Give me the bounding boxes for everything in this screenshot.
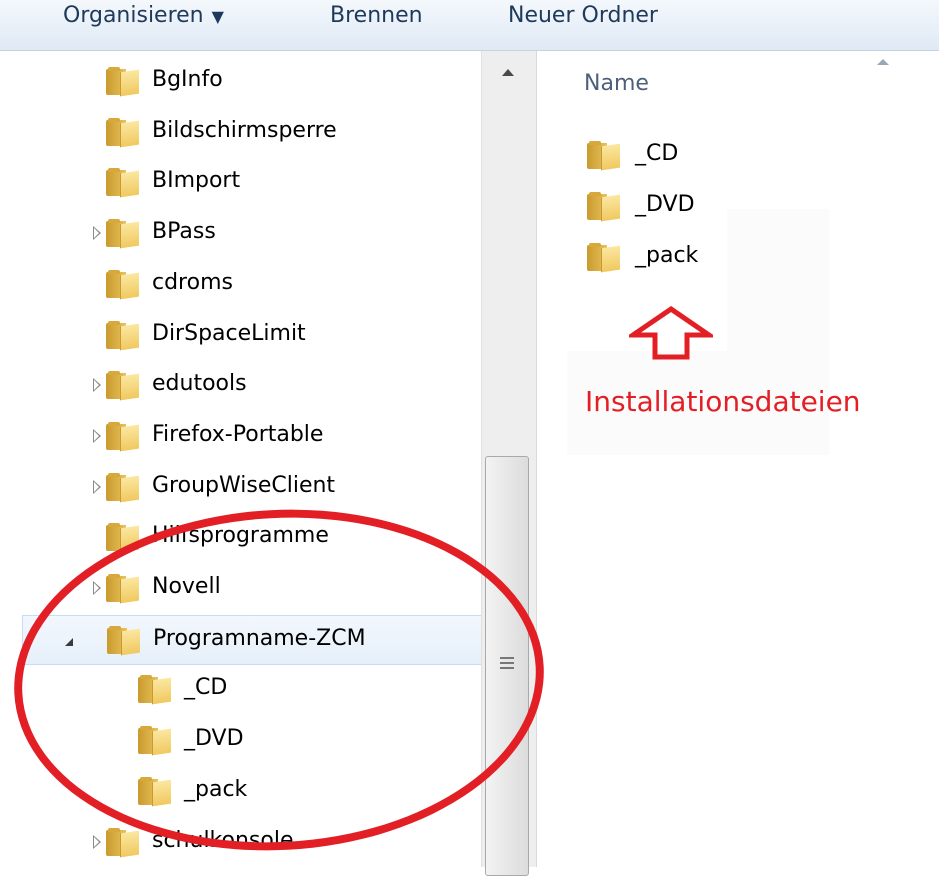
sort-ascending-icon <box>877 59 889 65</box>
tree-item-label: Bildschirmsperre <box>152 117 337 143</box>
folder-icon <box>106 67 139 97</box>
tree-item[interactable]: DirSpaceLimit <box>22 311 508 361</box>
folder-icon <box>106 472 139 502</box>
folder-icon <box>587 192 620 222</box>
folder-icon <box>106 117 139 148</box>
file-list-pane: Name _CD _DVD _pack Installationsdateien <box>536 51 939 867</box>
organise-button[interactable]: Organisieren ▼ <box>63 2 224 31</box>
folder-icon <box>106 219 139 249</box>
tree-item[interactable]: BgInfo <box>22 57 508 107</box>
tree-item[interactable]: Firefox-Portable <box>22 412 508 462</box>
command-bar: Organisieren ▼ Brennen Neuer Ordner <box>0 0 939 51</box>
tree-item-label: Firefox-Portable <box>152 421 324 447</box>
scroll-up-arrow-icon[interactable] <box>502 69 514 76</box>
collapsed-arrow-icon[interactable] <box>93 378 101 393</box>
new-folder-label: Neuer Ordner <box>508 3 658 28</box>
folder-icon <box>106 269 139 300</box>
tree-item[interactable]: edutools <box>22 361 508 411</box>
folder-icon <box>106 371 139 401</box>
tree-item-label: cdroms <box>152 269 233 295</box>
folder-icon <box>106 827 139 857</box>
tree-item-label: BgInfo <box>152 67 223 92</box>
collapsed-arrow-icon[interactable] <box>93 226 101 241</box>
column-header-name[interactable]: Name <box>584 71 649 96</box>
tree-item[interactable]: cdroms <box>22 260 508 310</box>
folder-icon <box>587 141 620 171</box>
tree-item-label: BImport <box>152 168 241 194</box>
tree-item-label: DirSpaceLimit <box>152 320 306 346</box>
file-list-item[interactable]: _pack <box>587 236 917 280</box>
file-item-label: _pack <box>635 243 699 268</box>
folder-icon <box>587 243 620 273</box>
tree-item[interactable]: Bildschirmsperre <box>22 108 508 158</box>
collapsed-arrow-icon[interactable] <box>93 834 101 849</box>
folder-icon <box>106 421 139 452</box>
collapsed-arrow-icon[interactable] <box>93 479 101 494</box>
tree-item-label: BPass <box>152 219 216 245</box>
tree-item[interactable]: GroupWiseClient <box>22 463 508 513</box>
collapsed-arrow-icon[interactable] <box>93 428 101 443</box>
tree-item[interactable]: BImport <box>22 158 508 208</box>
burn-button[interactable]: Brennen <box>330 2 423 30</box>
up-arrow-icon <box>629 305 713 360</box>
burn-label: Brennen <box>330 3 423 28</box>
tree-item-label: edutools <box>152 371 247 397</box>
folder-icon <box>106 320 139 350</box>
file-item-label: _CD <box>635 141 679 166</box>
new-folder-button[interactable]: Neuer Ordner <box>508 2 658 30</box>
file-item-label: _DVD <box>635 192 695 217</box>
file-list-item[interactable]: _CD <box>587 134 917 178</box>
tree-item-label: GroupWiseClient <box>152 472 336 498</box>
chevron-down-icon: ▼ <box>211 7 224 26</box>
annotation-installation-files: Installationsdateien <box>585 385 861 418</box>
tree-item[interactable]: BPass <box>22 209 508 259</box>
folder-icon <box>106 168 139 198</box>
organise-label: Organisieren <box>63 3 204 28</box>
file-list-item[interactable]: _DVD <box>587 185 917 229</box>
